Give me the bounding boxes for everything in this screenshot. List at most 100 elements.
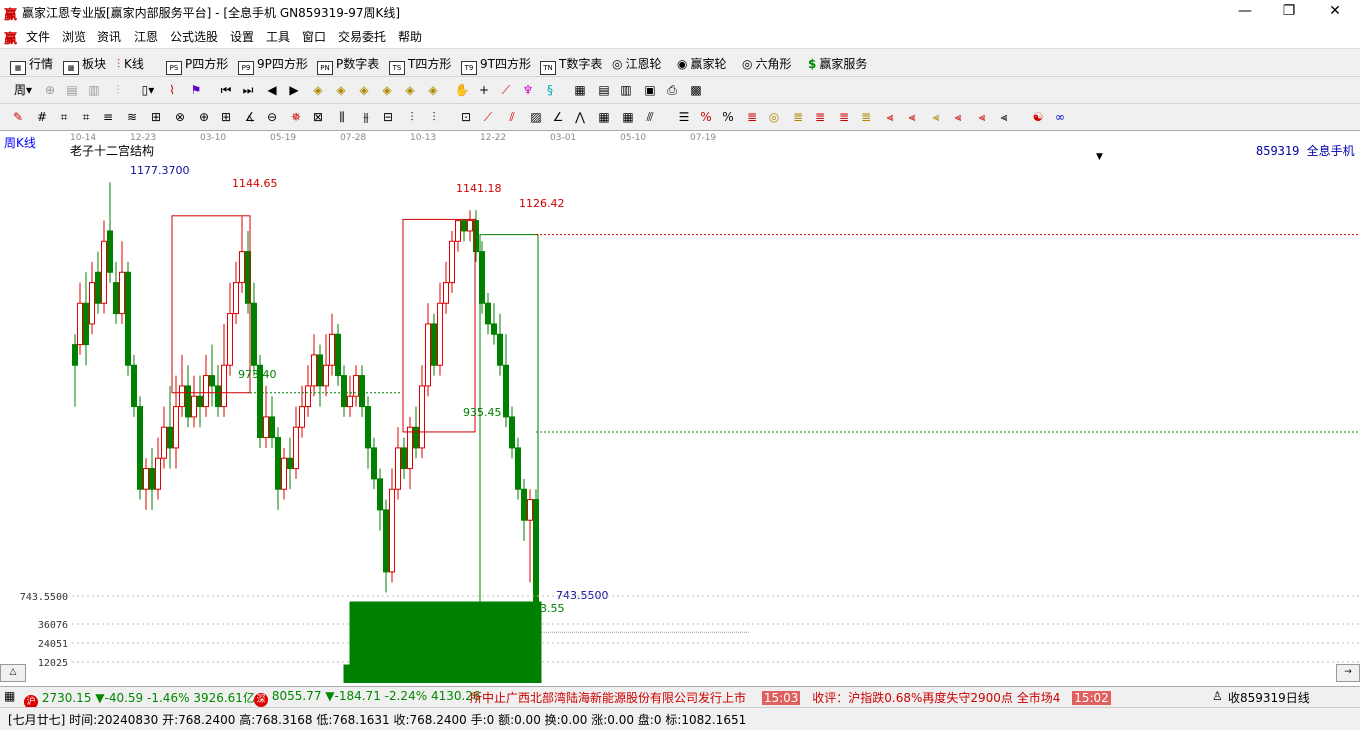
- down-diamond-icon[interactable]: ◈: [379, 82, 395, 98]
- toolbar-p-square-button[interactable]: PS P四方形: [166, 55, 228, 75]
- zoom-in-diamond-icon[interactable]: ◈: [310, 82, 326, 98]
- coin-icon[interactable]: ◎: [766, 109, 782, 125]
- flag-icon[interactable]: ⚑: [188, 82, 204, 98]
- menu-browse[interactable]: 浏览: [62, 28, 86, 45]
- period-tool-icon[interactable]: ⊕: [196, 109, 212, 125]
- levels-icon[interactable]: ≣: [744, 109, 760, 125]
- channel-tool-icon[interactable]: ≡: [100, 109, 116, 125]
- shrink-diamond-icon[interactable]: ◈: [425, 82, 441, 98]
- first-page-icon[interactable]: ⏮: [218, 82, 234, 98]
- scroll-right-icon[interactable]: →: [1336, 664, 1360, 682]
- toolbar-sector-button[interactable]: ▩ 板块: [63, 55, 106, 75]
- sz-index[interactable]: 深 8055.77 ▼-184.71 -2.24% 4130.26: [254, 689, 481, 707]
- hand-icon[interactable]: ✋: [454, 82, 470, 98]
- fan-tool-icon[interactable]: ♆: [520, 82, 536, 98]
- expand-diamond-icon[interactable]: ◈: [402, 82, 418, 98]
- news-ticker[interactable]: 所中止广西北部湾陆海新能源股份有限公司发行上市 15:03 收评：沪指跌0.68…: [470, 689, 1200, 706]
- trend-tool-icon[interactable]: ⟋: [480, 109, 496, 125]
- fan-icon[interactable]: ⫷: [882, 109, 898, 125]
- table-tool-2-icon[interactable]: ▦: [620, 109, 636, 125]
- toolbar-quotes-button[interactable]: ▦ 行情: [10, 55, 53, 75]
- levels-2-icon[interactable]: ≣: [790, 109, 806, 125]
- fan-4-icon[interactable]: ⫷: [950, 109, 966, 125]
- paste-icon[interactable]: ▥: [86, 82, 102, 98]
- toolbar-hexagon-button[interactable]: ◎ 六角形: [742, 55, 792, 72]
- menu-formula[interactable]: 公式选股: [170, 28, 218, 45]
- line-tool-icon[interactable]: ⟋: [498, 82, 514, 98]
- hline-tool-icon[interactable]: ⫵: [358, 109, 374, 125]
- dna-icon[interactable]: ⌇: [164, 82, 180, 98]
- calendar-icon[interactable]: ▦: [572, 82, 588, 98]
- toolbar-winner-wheel-button[interactable]: ◉ 赢家轮: [677, 55, 727, 72]
- fan-2-icon[interactable]: ⫷: [904, 109, 920, 125]
- menu-help[interactable]: 帮助: [398, 28, 422, 45]
- toolbar-9p-square-button[interactable]: P9 9P四方形: [238, 55, 308, 75]
- fib-icon[interactable]: ≣: [812, 109, 828, 125]
- fib-3-icon[interactable]: ≣: [858, 109, 874, 125]
- infinity-icon[interactable]: ∞: [1052, 109, 1068, 125]
- scroll-left-icon[interactable]: ◀: [264, 82, 280, 98]
- toolbar-gann-wheel-button[interactable]: ◎ 江恩轮: [612, 55, 662, 72]
- bars-tool-2-icon[interactable]: ⫶: [426, 109, 442, 125]
- table-tool-icon[interactable]: ▦: [596, 109, 612, 125]
- wave-tool-icon[interactable]: ≋: [124, 109, 140, 125]
- report-icon[interactable]: ▥: [618, 82, 634, 98]
- hash-tool-icon[interactable]: #: [34, 109, 50, 125]
- toolbar-service-button[interactable]: $ 赢家服务: [808, 55, 867, 72]
- menu-tools[interactable]: 工具: [266, 28, 290, 45]
- fan-6-icon[interactable]: ⫷: [996, 109, 1012, 125]
- zoom-out-diamond-icon[interactable]: ◈: [333, 82, 349, 98]
- ruler-tool-icon[interactable]: ⊞: [148, 109, 164, 125]
- fill-tool-icon[interactable]: ▨: [528, 109, 544, 125]
- zigzag-tool-icon[interactable]: ⋀: [572, 109, 588, 125]
- percent-cross-icon[interactable]: %: [698, 109, 714, 125]
- save-icon[interactable]: ▣: [642, 82, 658, 98]
- menu-info[interactable]: 资讯: [97, 28, 121, 45]
- cycle-tool-icon[interactable]: ⊞: [218, 109, 234, 125]
- toolbar-t-square-button[interactable]: TS T四方形: [389, 55, 451, 75]
- square-tool-icon[interactable]: ⊠: [310, 109, 326, 125]
- parallel-tool-icon[interactable]: ⫽: [504, 109, 520, 125]
- up-diamond-icon[interactable]: ◈: [356, 82, 372, 98]
- toolbar-t-number-button[interactable]: TN T数字表: [540, 55, 602, 75]
- menu-settings[interactable]: 设置: [230, 28, 254, 45]
- zoom-in-icon[interactable]: ⊕: [42, 82, 58, 98]
- sector-tool-icon[interactable]: ⊟: [380, 109, 396, 125]
- kline-chart[interactable]: 周K线 老子十二宫结构 859319 全息手机 10-14 12-23 03-10 0…: [0, 130, 1360, 683]
- cursor-dropdown[interactable]: ▯▾: [138, 82, 158, 98]
- menu-trade[interactable]: 交易委托: [338, 28, 386, 45]
- angle-line-tool-icon[interactable]: ∠: [550, 109, 566, 125]
- angle-tool-icon[interactable]: ∡: [242, 109, 258, 125]
- arc-tool-icon[interactable]: ⊖: [264, 109, 280, 125]
- fib-2-icon[interactable]: ≣: [836, 109, 852, 125]
- scroll-up-icon[interactable]: △: [0, 664, 26, 682]
- list-tool-icon[interactable]: ☰: [676, 109, 692, 125]
- calculator-icon[interactable]: ▦: [4, 689, 15, 703]
- toolbar-p-number-button[interactable]: PN P数字表: [317, 55, 379, 75]
- print-icon[interactable]: ⎙: [664, 82, 680, 98]
- fan-5-icon[interactable]: ⫷: [974, 109, 990, 125]
- menu-file[interactable]: 文件: [26, 28, 50, 45]
- menu-gann[interactable]: 江恩: [134, 28, 158, 45]
- grid-tool-2-icon[interactable]: ⌗: [78, 109, 94, 125]
- export-icon[interactable]: ▩: [688, 82, 704, 98]
- grid-tool-icon[interactable]: ⌗: [56, 109, 72, 125]
- close-button[interactable]: ✕: [1312, 0, 1358, 24]
- last-page-icon[interactable]: ⏭: [240, 82, 256, 98]
- menu-window[interactable]: 窗口: [302, 28, 326, 45]
- bars-icon[interactable]: ⫶: [110, 82, 126, 98]
- yinyang-icon[interactable]: ☯: [1030, 109, 1046, 125]
- maximize-button[interactable]: ❐: [1266, 0, 1312, 24]
- scroll-right-icon[interactable]: ▶: [286, 82, 302, 98]
- spiral-tool-icon[interactable]: §: [542, 82, 558, 98]
- sh-index[interactable]: 沪 2730.15 ▼-40.59 -1.46% 3926.61亿: [24, 689, 255, 709]
- bars-tool-icon[interactable]: ⫶: [404, 109, 420, 125]
- star-tool-icon[interactable]: ✵: [288, 109, 304, 125]
- vline-tool-icon[interactable]: ⫼: [334, 109, 350, 125]
- data-table-icon[interactable]: ▤: [596, 82, 612, 98]
- circle-tool-icon[interactable]: ⊗: [172, 109, 188, 125]
- slash-tool-icon[interactable]: ⫻: [642, 109, 658, 125]
- minimize-button[interactable]: —: [1222, 0, 1268, 24]
- box-tool-icon[interactable]: ⊡: [458, 109, 474, 125]
- toolbar-kline-button[interactable]: ⫶ K线: [117, 55, 144, 72]
